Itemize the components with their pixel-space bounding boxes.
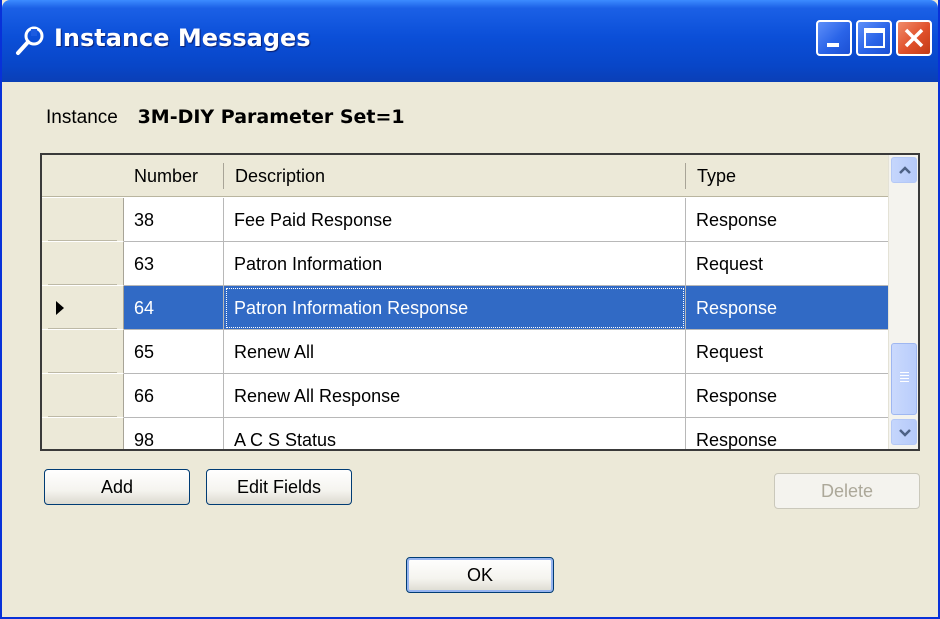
scroll-up-button[interactable] bbox=[891, 157, 917, 183]
current-row-arrow-icon bbox=[56, 301, 64, 315]
table-row[interactable]: 98 A C S Status Response bbox=[42, 418, 890, 449]
cell-number[interactable]: 64 bbox=[124, 286, 224, 330]
window-title: Instance Messages bbox=[54, 24, 311, 52]
row-header[interactable] bbox=[42, 418, 124, 449]
column-header-type[interactable]: Type bbox=[687, 155, 887, 197]
edit-fields-button[interactable]: Edit Fields bbox=[206, 469, 352, 505]
cell-description[interactable]: Renew All bbox=[224, 330, 686, 374]
instance-messages-window: Instance Messages Instance 3M-DIY Parame… bbox=[0, 0, 940, 619]
table-row[interactable]: 64 Patron Information Response Response bbox=[42, 286, 890, 330]
cell-type[interactable]: Response bbox=[686, 374, 890, 418]
cell-description[interactable]: Fee Paid Response bbox=[224, 198, 686, 242]
minimize-button[interactable] bbox=[816, 20, 852, 56]
cell-description[interactable]: Patron Information bbox=[224, 242, 686, 286]
cell-type[interactable]: Response bbox=[686, 198, 890, 242]
cell-description[interactable]: A C S Status bbox=[224, 418, 686, 449]
cell-description[interactable]: Patron Information Response bbox=[224, 286, 686, 330]
chevron-down-icon bbox=[899, 429, 911, 437]
instance-label: Instance bbox=[46, 107, 118, 128]
cell-number[interactable]: 63 bbox=[124, 242, 224, 286]
table-row[interactable]: 66 Renew All Response Response bbox=[42, 374, 890, 418]
cell-description[interactable]: Renew All Response bbox=[224, 374, 686, 418]
cell-number[interactable]: 38 bbox=[124, 198, 224, 242]
delete-button[interactable]: Delete bbox=[774, 473, 920, 509]
cell-type[interactable]: Request bbox=[686, 330, 890, 374]
cell-type[interactable]: Response bbox=[686, 286, 890, 330]
column-header-number[interactable]: Number bbox=[124, 155, 223, 197]
row-header[interactable] bbox=[42, 286, 124, 330]
add-button[interactable]: Add bbox=[44, 469, 190, 505]
instance-info: Instance 3M-DIY Parameter Set=1 bbox=[46, 106, 405, 129]
close-button[interactable] bbox=[896, 20, 932, 56]
row-header[interactable] bbox=[42, 242, 124, 286]
row-header[interactable] bbox=[42, 330, 124, 374]
row-header[interactable] bbox=[42, 374, 124, 418]
table-row[interactable]: 38 Fee Paid Response Response bbox=[42, 198, 890, 242]
ok-button[interactable]: OK bbox=[406, 557, 554, 593]
scroll-down-button[interactable] bbox=[891, 419, 917, 445]
scroll-thumb[interactable] bbox=[891, 343, 917, 415]
wrench-icon bbox=[16, 26, 44, 55]
maximize-icon bbox=[864, 28, 885, 48]
instance-value: 3M-DIY Parameter Set=1 bbox=[137, 106, 405, 128]
column-header-description[interactable]: Description bbox=[225, 155, 685, 197]
table-row[interactable]: 65 Renew All Request bbox=[42, 330, 890, 374]
cell-number[interactable]: 66 bbox=[124, 374, 224, 418]
table-row[interactable]: 63 Patron Information Request bbox=[42, 242, 890, 286]
close-icon bbox=[904, 28, 924, 48]
chevron-up-icon bbox=[899, 166, 911, 174]
cell-type[interactable]: Request bbox=[686, 242, 890, 286]
cell-type[interactable]: Response bbox=[686, 418, 890, 449]
vertical-scrollbar[interactable] bbox=[888, 155, 918, 449]
title-bar[interactable]: Instance Messages bbox=[2, 0, 938, 82]
cell-number[interactable]: 65 bbox=[124, 330, 224, 374]
maximize-button[interactable] bbox=[856, 20, 892, 56]
messages-grid[interactable]: Number Description Type 38 Fee Paid Respo… bbox=[40, 153, 920, 451]
grid-header: Number Description Type bbox=[42, 155, 890, 197]
minimize-icon bbox=[827, 43, 839, 47]
row-header[interactable] bbox=[42, 198, 124, 242]
cell-number[interactable]: 98 bbox=[124, 418, 224, 449]
